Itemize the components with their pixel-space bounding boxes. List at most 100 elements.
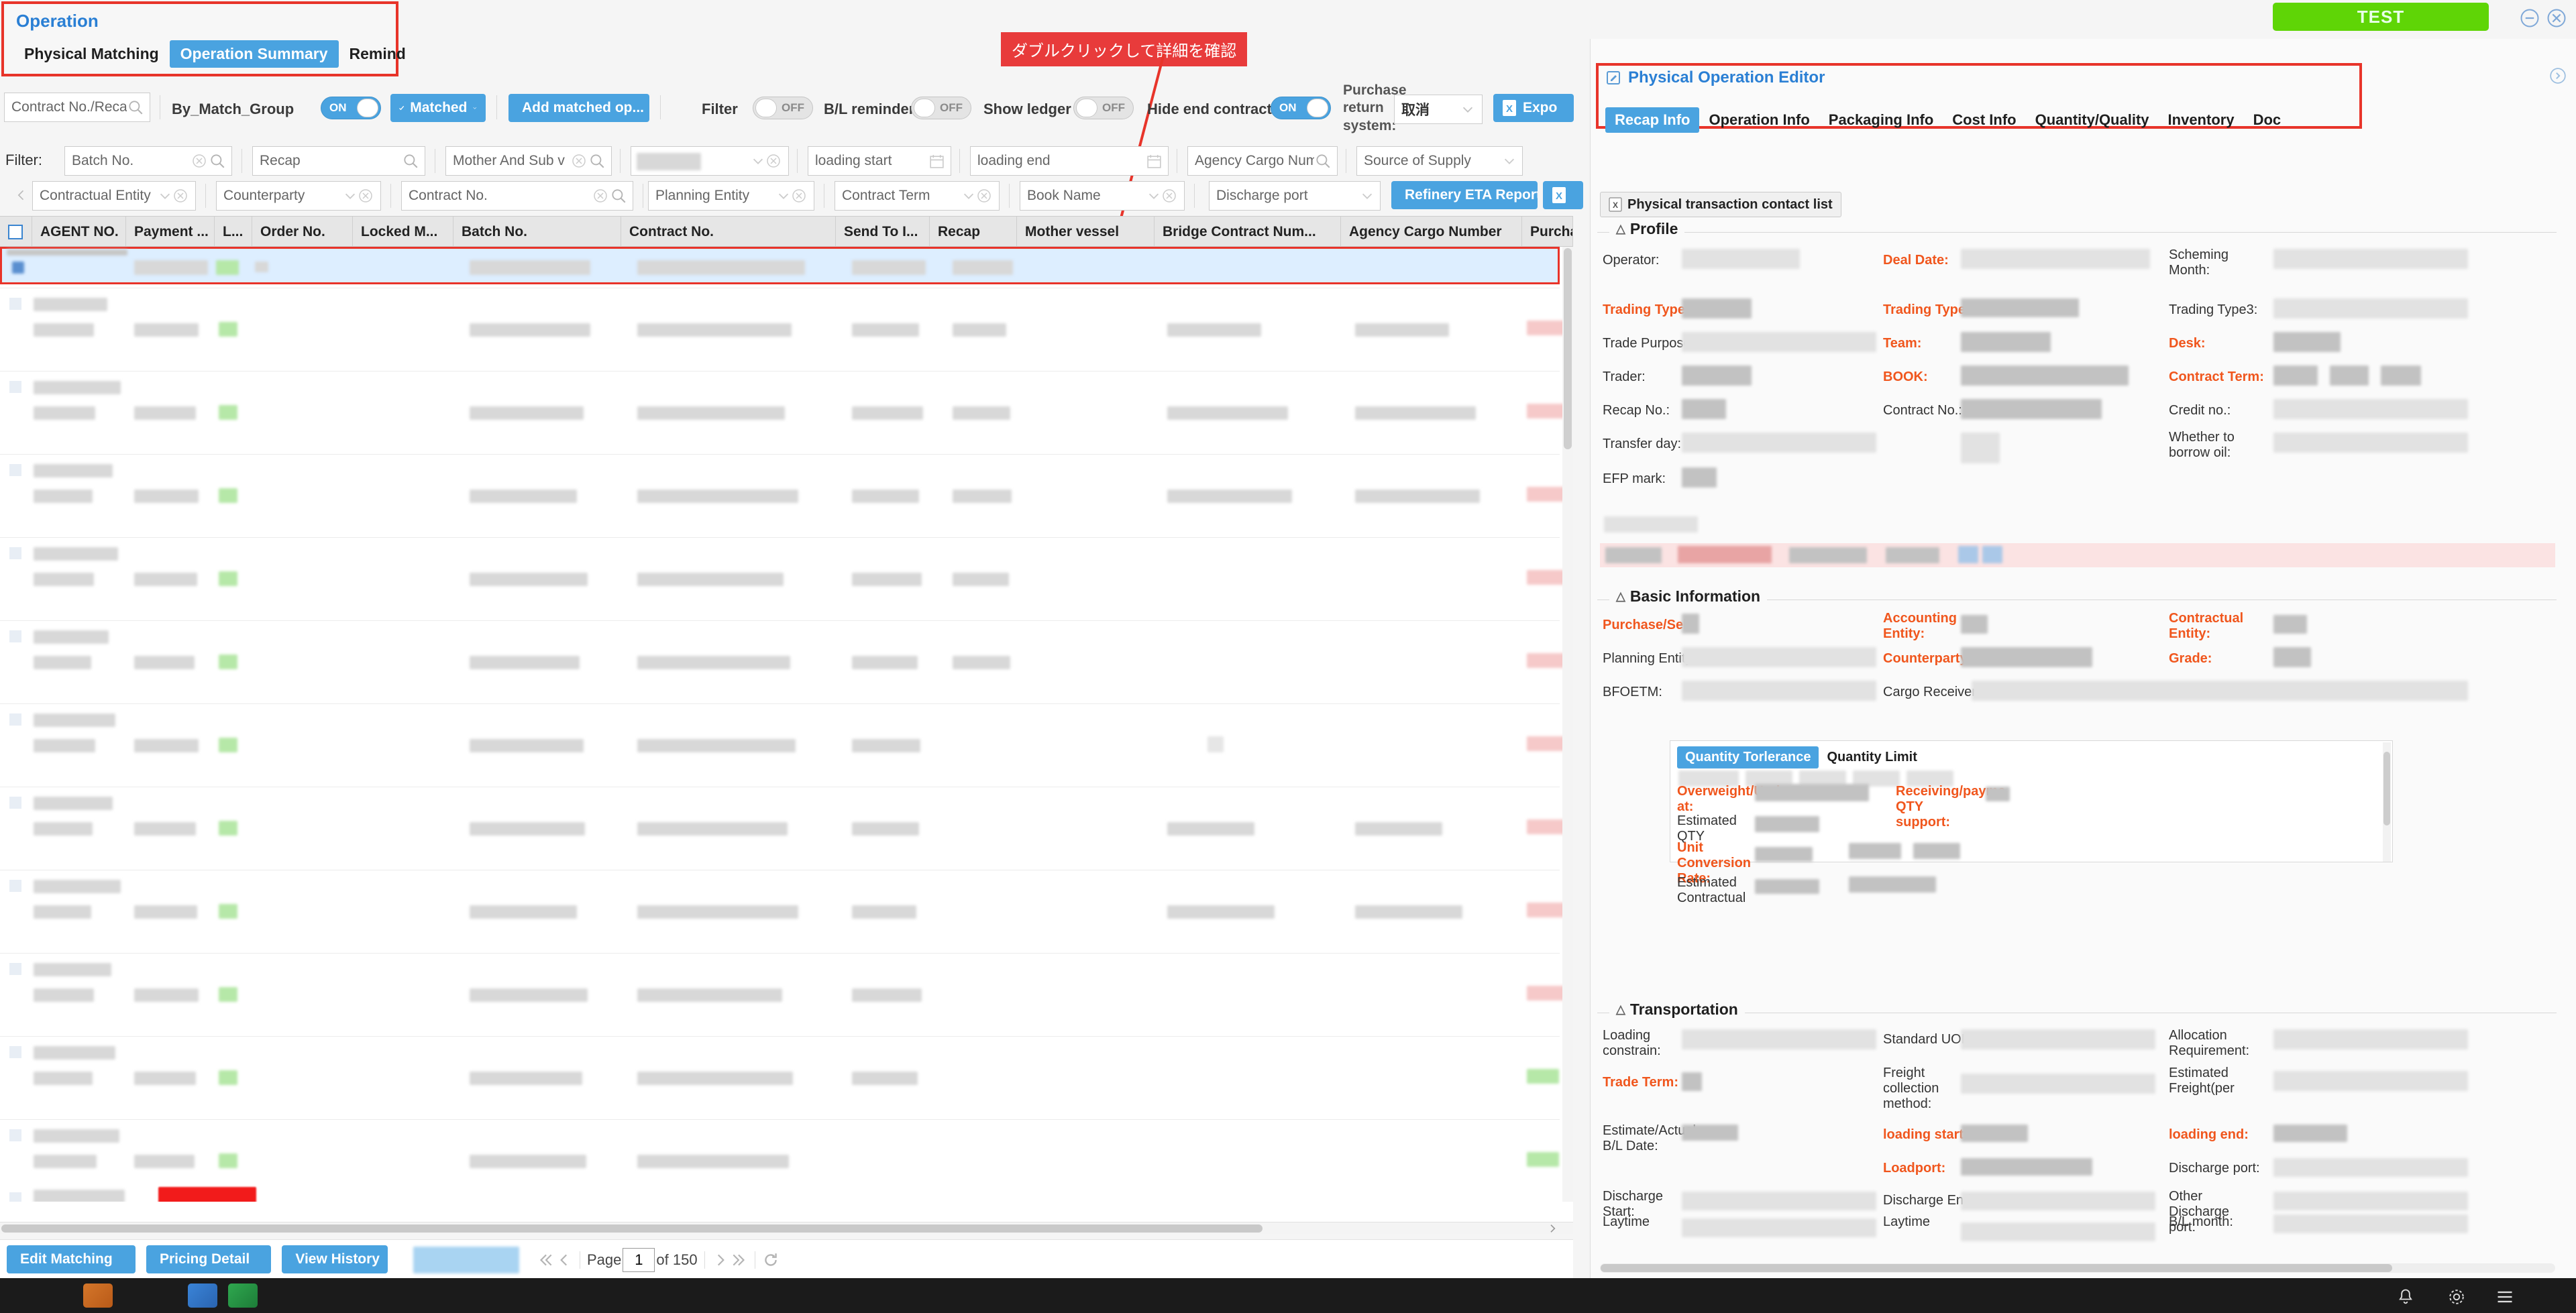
field-value-whether-borrow-oil[interactable] xyxy=(2273,433,2468,453)
basic-information-legend[interactable]: △ Basic Information xyxy=(1609,587,1768,606)
field-value-bl-month[interactable] xyxy=(2273,1214,2468,1233)
field-value-estimated-qty[interactable] xyxy=(1755,816,1819,832)
tab-physical-matching[interactable]: Physical Matching xyxy=(13,40,170,68)
contract-recap-search-input[interactable]: Contract No./Recap N xyxy=(4,93,150,122)
filter-discharge-port-select[interactable]: Discharge port xyxy=(1209,181,1381,211)
column-header-contract-no[interactable]: Contract No. xyxy=(621,217,836,247)
filter-toggle[interactable]: OFF xyxy=(753,97,813,119)
table-row[interactable] xyxy=(0,787,1566,870)
scroll-left-icon[interactable] xyxy=(15,185,27,205)
column-header-purchase[interactable]: Purchase... xyxy=(1522,217,1573,247)
filter-batch-no-input[interactable]: Batch No. xyxy=(64,146,232,176)
purchase-return-system-select[interactable]: 取消 xyxy=(1394,95,1483,124)
column-header-agency-cargo[interactable]: Agency Cargo Number xyxy=(1341,217,1522,247)
export-button[interactable]: X Expo xyxy=(1493,94,1574,122)
field-value-estimated-freight[interactable] xyxy=(2273,1071,2468,1091)
filter-contract-term-select[interactable]: Contract Term xyxy=(835,181,1000,211)
field-value-unlabeled[interactable] xyxy=(1961,433,2000,463)
field-value-transfer-day[interactable] xyxy=(1682,433,1876,453)
table-vertical-scrollbar[interactable] xyxy=(1562,247,1573,1202)
column-header-bridge-contract[interactable]: Bridge Contract Num... xyxy=(1155,217,1341,247)
profile-section-legend[interactable]: △ Profile xyxy=(1609,220,1685,238)
warning-strip-item-2[interactable] xyxy=(1678,546,1772,563)
clear-icon[interactable] xyxy=(592,188,608,204)
filter-planning-entity-select[interactable]: Planning Entity xyxy=(648,181,814,211)
table-row[interactable] xyxy=(0,538,1566,621)
minimize-icon[interactable] xyxy=(2520,8,2540,28)
tab-operation-summary[interactable]: Operation Summary xyxy=(169,40,339,68)
field-value-efp-mark[interactable] xyxy=(1682,467,1717,488)
field-value-laytime-discharge[interactable] xyxy=(1961,1222,2155,1241)
field-value-team[interactable] xyxy=(1961,332,2051,352)
field-value-cargo-receiver[interactable] xyxy=(1972,681,2468,701)
warning-strip-item-1[interactable] xyxy=(1605,547,1662,563)
filter-source-of-supply-select[interactable]: Source of Supply xyxy=(1356,146,1523,176)
field-value-allocation-requirement[interactable] xyxy=(2273,1029,2468,1049)
column-header-locked-m[interactable]: Locked M... xyxy=(353,217,453,247)
field-value-desk[interactable] xyxy=(2273,332,2341,352)
filter-contractual-entity-select[interactable]: Contractual Entity xyxy=(32,181,196,211)
column-header-recap[interactable]: Recap xyxy=(930,217,1017,247)
table-row[interactable] xyxy=(0,621,1566,704)
field-value-contractual-entity[interactable] xyxy=(2273,615,2307,634)
search-icon[interactable] xyxy=(588,152,606,170)
scroll-right-icon[interactable] xyxy=(1547,1223,1558,1234)
search-icon[interactable] xyxy=(1314,152,1332,170)
quantity-box-scrollbar[interactable] xyxy=(2383,742,2391,862)
tab-recap-info[interactable]: Recap Info xyxy=(1605,107,1700,133)
close-icon[interactable] xyxy=(2546,8,2567,28)
field-value-discharge-start[interactable] xyxy=(1682,1192,1876,1210)
editor-horizontal-scrollbar[interactable] xyxy=(1600,1263,2555,1273)
field-value-contract-term[interactable] xyxy=(2273,365,2318,386)
filter-loading-start-date[interactable]: loading start xyxy=(808,146,951,176)
field-value-contract-no[interactable] xyxy=(1961,399,2102,419)
table-row[interactable] xyxy=(0,1183,1560,1202)
column-header-send-to-i[interactable]: Send To I... xyxy=(836,217,930,247)
edit-matching-button[interactable]: Edit Matching xyxy=(7,1245,136,1273)
tab-remind[interactable]: Remind xyxy=(339,40,417,68)
table-select-all-header[interactable] xyxy=(0,217,32,247)
field-value-laytime-loadport[interactable] xyxy=(1682,1218,1876,1237)
warning-strip-item-4[interactable] xyxy=(1886,547,1939,563)
filter-loading-end-date[interactable]: loading end xyxy=(970,146,1169,176)
calendar-icon[interactable] xyxy=(1146,153,1163,170)
field-value-loadport[interactable] xyxy=(1961,1158,2092,1176)
field-value-operator[interactable] xyxy=(1682,249,1800,269)
column-header-order-no[interactable]: Order No. xyxy=(252,217,353,247)
column-header-batch-no[interactable]: Batch No. xyxy=(453,217,621,247)
table-body[interactable] xyxy=(0,247,1573,1202)
field-value-contract-term-3[interactable] xyxy=(2381,365,2421,386)
clear-icon[interactable] xyxy=(976,188,992,204)
page-number-input[interactable] xyxy=(623,1248,655,1272)
tab-packaging-info[interactable]: Packaging Info xyxy=(1819,107,1943,133)
filter-book-name-select[interactable]: Book Name xyxy=(1020,181,1185,211)
help-icon[interactable] xyxy=(2549,67,2567,84)
calendar-icon[interactable] xyxy=(928,153,945,170)
field-value-unit-conversion-rate[interactable] xyxy=(1755,847,1813,862)
column-header-mother-vessel[interactable]: Mother vessel xyxy=(1017,217,1155,247)
field-value-discharge-port[interactable] xyxy=(2273,1158,2468,1177)
settings-gear-icon[interactable] xyxy=(2447,1288,2466,1306)
bl-reminder-toggle[interactable]: OFF xyxy=(911,97,971,119)
field-value-trading-type2[interactable] xyxy=(1961,298,2079,317)
field-value-grade[interactable] xyxy=(2273,647,2311,667)
search-icon[interactable] xyxy=(209,152,226,170)
field-value-counterparty[interactable] xyxy=(1961,647,2092,667)
field-value-recap-no[interactable] xyxy=(1682,399,1726,419)
clear-icon[interactable] xyxy=(571,153,587,169)
field-value-trade-term[interactable] xyxy=(1682,1072,1702,1091)
field-value-standard-uom[interactable] xyxy=(1961,1029,2155,1049)
filter-contract-no-input[interactable]: Contract No. xyxy=(401,181,633,211)
add-matched-op-button[interactable]: Add matched op... xyxy=(508,94,649,122)
tab-operation-info[interactable]: Operation Info xyxy=(1699,107,1819,133)
field-value-trader[interactable] xyxy=(1682,365,1752,386)
field-value-accounting-entity[interactable] xyxy=(1961,615,1988,634)
field-value-contract-term-2[interactable] xyxy=(2330,365,2369,386)
field-value-estimated-contractual[interactable] xyxy=(1755,879,1819,894)
collapse-caret-icon[interactable]: △ xyxy=(1616,589,1625,604)
table-row[interactable] xyxy=(0,954,1566,1037)
field-value-planning-entity[interactable] xyxy=(1682,647,1876,667)
show-ledger-toggle[interactable]: OFF xyxy=(1073,97,1134,119)
field-value-scheming-month[interactable] xyxy=(2273,249,2468,269)
search-icon[interactable] xyxy=(402,152,419,170)
